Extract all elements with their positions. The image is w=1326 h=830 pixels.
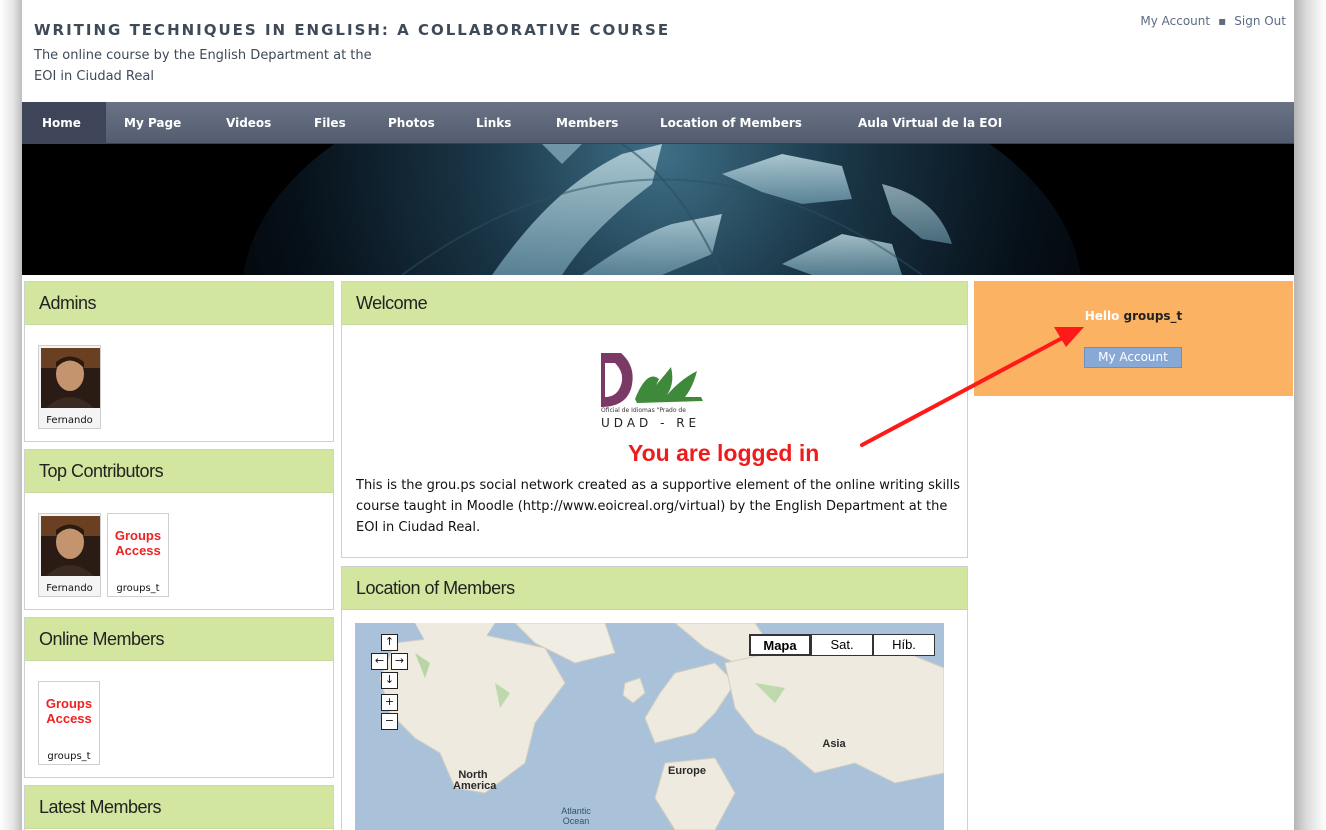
top-contributors-box: Top Contributors Fernando Groups Access … xyxy=(24,449,334,610)
pan-left-icon[interactable]: ← xyxy=(371,653,388,670)
latest-members-box: Latest Members xyxy=(24,785,334,830)
nav-links[interactable]: Links xyxy=(476,102,511,144)
logged-in-annotation: You are logged in xyxy=(628,440,820,466)
online-members-title: Online Members xyxy=(25,618,333,661)
globe-banner-image xyxy=(22,144,1294,275)
pan-right-icon[interactable]: → xyxy=(391,653,408,670)
pan-up-icon[interactable]: ↑ xyxy=(381,634,398,651)
nav-files[interactable]: Files xyxy=(314,102,346,144)
nav-my-page[interactable]: My Page xyxy=(124,102,181,144)
member-name: Fernando xyxy=(46,583,93,594)
site-subtitle: The online course by the English Departm… xyxy=(34,45,454,87)
site-subtitle-line2: EOI in Ciudad Real xyxy=(34,69,154,84)
my-account-link[interactable]: My Account xyxy=(1140,14,1210,28)
welcome-text: This is the grou.ps social network creat… xyxy=(356,478,961,535)
map-label-asia: Asia xyxy=(822,738,846,750)
main-nav: Home My Page Videos Files Photos Links M… xyxy=(22,102,1294,144)
location-title: Location of Members xyxy=(342,567,967,610)
hello-label: Hello xyxy=(1084,309,1120,323)
map-type-hib[interactable]: Híb. xyxy=(873,634,935,656)
page-shadow-right xyxy=(1294,0,1326,830)
sign-out-link[interactable]: Sign Out xyxy=(1234,14,1286,28)
nav-home[interactable]: Home xyxy=(22,102,106,144)
member-name: groups_t xyxy=(47,751,91,762)
separator: ▪ xyxy=(1218,14,1227,28)
map-label-north-america: North America xyxy=(453,769,497,792)
pan-down-icon[interactable]: ↓ xyxy=(381,672,398,689)
user-info-box: Hello groups_t My Account xyxy=(974,281,1293,396)
groups-access-placeholder: Groups Access xyxy=(114,528,162,558)
hello-username: groups_t xyxy=(1123,309,1183,323)
latest-members-title: Latest Members xyxy=(25,786,333,829)
top-links: My Account ▪ Sign Out xyxy=(1140,14,1286,28)
header-banner xyxy=(22,144,1294,275)
member-name: Fernando xyxy=(46,415,93,426)
map-label-europe: Europe xyxy=(668,765,706,777)
avatar xyxy=(41,516,100,576)
contributor-card[interactable]: Fernando xyxy=(38,513,101,597)
my-account-button[interactable]: My Account xyxy=(1084,347,1182,368)
logo-city: UDAD - RE xyxy=(601,416,700,430)
nav-aula-virtual[interactable]: Aula Virtual de la EOI xyxy=(858,102,1002,144)
nav-members[interactable]: Members xyxy=(556,102,618,144)
map-label-atlantic: Atlantic Ocean xyxy=(561,806,591,826)
page-shadow-left xyxy=(0,0,22,830)
eoi-logo: Oficial de Idiomas "Prado de UDAD - RE xyxy=(601,353,703,430)
welcome-box: Welcome Oficial de Idiomas "Prado de UDA… xyxy=(341,281,968,558)
nav-photos[interactable]: Photos xyxy=(388,102,435,144)
online-members-box: Online Members Groups Access groups_t xyxy=(24,617,334,778)
nav-location-of-members[interactable]: Location of Members xyxy=(660,102,802,144)
members-map[interactable]: ↑ ← → ↓ + − Mapa Sat. Híb. North America… xyxy=(355,623,944,830)
online-member-card[interactable]: Groups Access groups_t xyxy=(38,681,100,765)
site-subtitle-line1: The online course by the English Departm… xyxy=(34,48,372,63)
top-contributors-title: Top Contributors xyxy=(25,450,333,493)
nav-videos[interactable]: Videos xyxy=(226,102,271,144)
map-type-mapa[interactable]: Mapa xyxy=(749,634,811,656)
contributor-card[interactable]: Groups Access groups_t xyxy=(107,513,169,597)
hello-message: Hello groups_t xyxy=(974,309,1293,323)
admins-title: Admins xyxy=(25,282,333,325)
logo-caption: Oficial de Idiomas "Prado de xyxy=(601,407,686,414)
welcome-title: Welcome xyxy=(342,282,967,325)
map-type-sat[interactable]: Sat. xyxy=(811,634,873,656)
zoom-out-icon[interactable]: − xyxy=(381,713,398,730)
groups-access-placeholder: Groups Access xyxy=(45,696,93,726)
site-title: WRITING TECHNIQUES IN ENGLISH: A COLLABO… xyxy=(34,21,671,39)
member-name: groups_t xyxy=(116,583,160,594)
zoom-in-icon[interactable]: + xyxy=(381,694,398,711)
admin-member-card[interactable]: Fernando xyxy=(38,345,101,429)
avatar xyxy=(41,348,100,408)
admins-box: Admins Fernando xyxy=(24,281,334,442)
